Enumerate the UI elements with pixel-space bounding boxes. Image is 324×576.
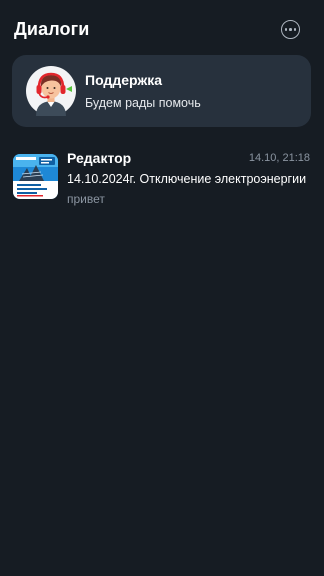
support-agent-icon <box>26 66 76 116</box>
more-dot <box>284 28 288 31</box>
page-title: Диалоги <box>14 19 90 39</box>
chat-last-message: 14.10.2024г. Отключение электроэнергии <box>67 172 307 186</box>
dialogs-screen: Диалоги Поддержка Будем рады помочь Реда… <box>0 0 324 576</box>
chat-timestamp: 14.10, 21:18 <box>248 152 310 164</box>
more-dot <box>293 28 297 31</box>
support-subtitle: Будем рады помочь <box>85 96 201 110</box>
more-options-icon[interactable] <box>281 20 300 39</box>
more-dot <box>289 28 292 31</box>
chat-list-item[interactable]: Редактор 14.10, 21:18 14.10.2024г. Отклю… <box>0 144 324 214</box>
chat-preview-text: привет <box>67 192 105 206</box>
chat-avatar-image <box>13 154 58 199</box>
support-card[interactable]: Поддержка Будем рады помочь <box>12 55 311 127</box>
support-title: Поддержка <box>85 72 163 88</box>
header: Диалоги <box>0 0 324 58</box>
chat-name: Редактор <box>67 150 132 166</box>
